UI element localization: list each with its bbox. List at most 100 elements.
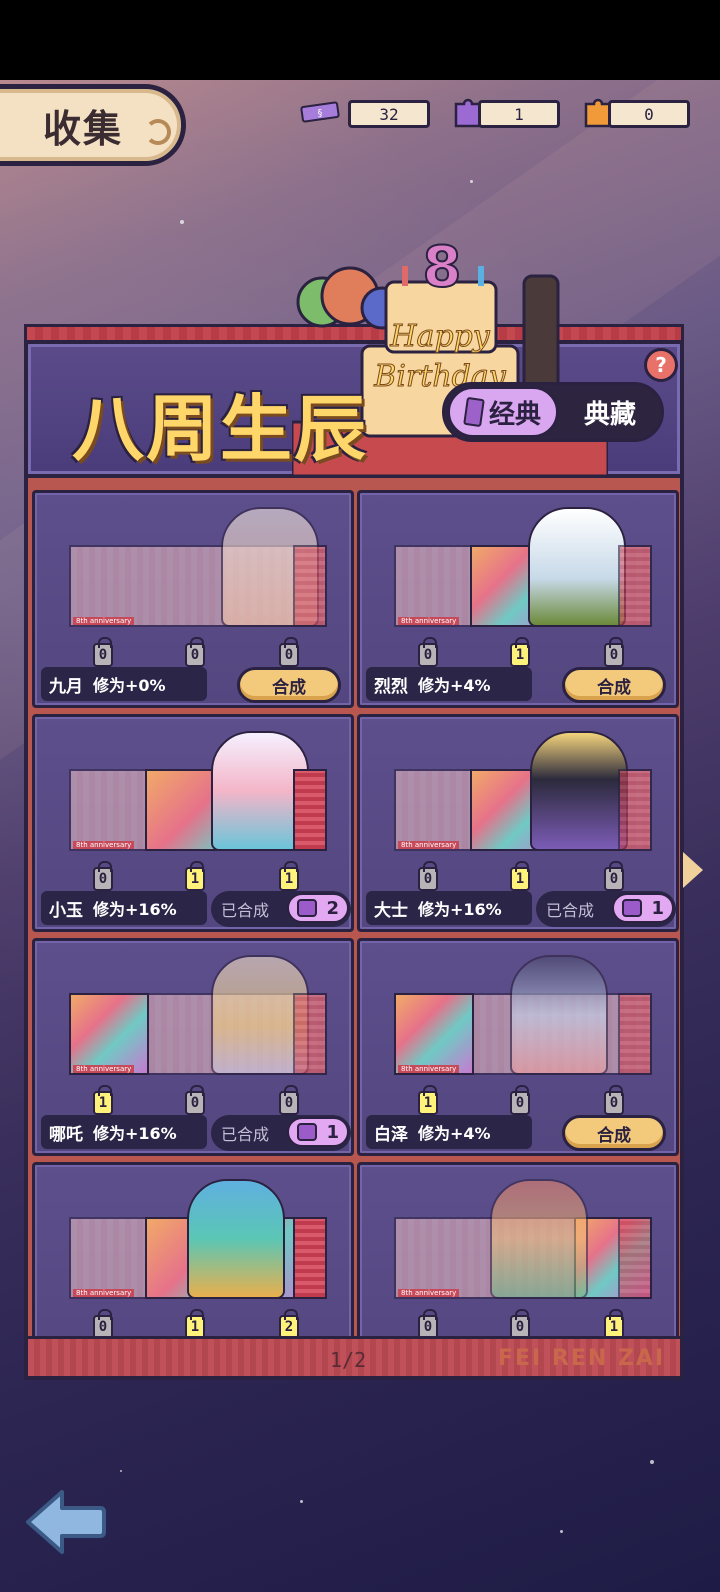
piece-lock: 1 [510, 861, 530, 891]
card-name: 哪吒 [49, 1124, 83, 1145]
svg-text:§: § [318, 108, 323, 119]
crafted-status[interactable]: 已合成 1 [536, 891, 676, 927]
collection-card-lielie[interactable]: 8th anniversary 0 1 0 烈烈 修为+4% 合成 [357, 490, 679, 708]
piece-lock: 1 [279, 861, 299, 891]
collection-card[interactable]: 8th anniversary 0 0 1 [357, 1162, 679, 1336]
card-art-edge [618, 993, 652, 1075]
character-portrait [530, 731, 628, 851]
piece-lock: 1 [185, 861, 205, 891]
card-art-piece [394, 993, 474, 1075]
piece-lock: 0 [279, 637, 299, 667]
collection-card-dashi[interactable]: 8th anniversary 0 1 0 大士 修为+16% 已合成 1 [357, 714, 679, 932]
purple-puzzle-count: 1 [478, 100, 560, 128]
piece-lock: 0 [418, 1309, 438, 1336]
piece-lock: 0 [604, 637, 624, 667]
card-name-box: 烈烈 修为+4% [366, 667, 532, 701]
card-icon [463, 396, 485, 428]
ticket-icon: § [300, 92, 340, 132]
orange-puzzle-count: 0 [608, 100, 690, 128]
page-title: 收集 [43, 106, 124, 151]
collection-card-baize[interactable]: 8th anniversary 1 0 0 白泽 修为+4% 合成 [357, 938, 679, 1156]
collection-card-jiuyue[interactable]: 8th anniversary 0 0 0 九月 修为+0% 合成 [32, 490, 354, 708]
card-art-edge [293, 769, 327, 851]
card-art-edge [293, 1217, 327, 1299]
help-button[interactable]: ? [644, 348, 678, 382]
piece-lock: 1 [418, 1085, 438, 1115]
piece-lock: 0 [510, 1309, 530, 1336]
piece-lock: 1 [604, 1309, 624, 1336]
card-bonus: 修为+16% [93, 1124, 177, 1143]
piece-lock: 0 [93, 1309, 113, 1336]
ornament-curl-icon [145, 119, 171, 145]
character-portrait [510, 955, 608, 1075]
card-name: 大士 [374, 900, 408, 921]
card-art-edge [618, 769, 652, 851]
anniversary-tag: 8th anniversary [398, 841, 460, 849]
studio-watermark: FEI REN ZAI [498, 1346, 666, 1371]
crafted-count-badge: 2 [287, 893, 349, 923]
collection-card-nezha[interactable]: 8th anniversary 1 0 0 哪吒 修为+16% 已合成 1 [32, 938, 354, 1156]
puzzle-piece-icon [622, 899, 642, 917]
card-name-box: 哪吒 修为+16% [41, 1115, 207, 1149]
anniversary-tag: 8th anniversary [398, 617, 460, 625]
card-bonus: 修为+4% [418, 676, 491, 695]
mode-toggle[interactable]: 经典 典藏 [442, 382, 664, 442]
anniversary-tag: 8th anniversary [398, 1065, 460, 1073]
svg-text:8: 8 [423, 236, 462, 300]
piece-lock: 0 [510, 1085, 530, 1115]
page-indicator: 1/2 [330, 1348, 367, 1372]
craft-button[interactable]: 合成 [237, 667, 341, 703]
card-name: 白泽 [374, 1124, 408, 1145]
collection-card-xiaoyu[interactable]: 8th anniversary 0 1 1 小玉 修为+16% 已合成 2 [32, 714, 354, 932]
mode-collection-tab[interactable]: 典藏 [559, 394, 661, 431]
piece-lock: 2 [279, 1309, 299, 1336]
collection-card[interactable]: 8th anniversary 0 1 2 [32, 1162, 354, 1336]
piece-lock: 0 [279, 1085, 299, 1115]
craft-button[interactable]: 合成 [562, 667, 666, 703]
card-bonus: 修为+0% [93, 676, 166, 695]
card-art-edge [293, 993, 327, 1075]
piece-lock: 0 [604, 861, 624, 891]
anniversary-tag: 8th anniversary [73, 617, 135, 625]
card-art-edge [293, 545, 327, 627]
crafted-status[interactable]: 已合成 1 [211, 1115, 351, 1151]
piece-lock: 0 [418, 637, 438, 667]
piece-lock: 0 [604, 1085, 624, 1115]
card-name-box: 白泽 修为+4% [366, 1115, 532, 1149]
piece-lock: 0 [418, 861, 438, 891]
card-art-edge [618, 545, 652, 627]
page-title-pill: 收集 [0, 84, 186, 166]
anniversary-tag: 8th anniversary [398, 1289, 460, 1297]
ticket-count: 32 [348, 100, 430, 128]
event-title: 八周生辰 [72, 387, 369, 471]
card-bonus: 修为+16% [93, 900, 177, 919]
character-portrait [490, 1179, 588, 1299]
svg-text:Happy: Happy [389, 319, 490, 354]
card-art-edge [618, 1217, 652, 1299]
piece-lock: 0 [185, 637, 205, 667]
character-portrait [528, 507, 626, 627]
card-name: 九月 [49, 676, 83, 697]
craft-button[interactable]: 合成 [562, 1115, 666, 1151]
card-name-box: 小玉 修为+16% [41, 891, 207, 925]
mode-classic-tab[interactable]: 经典 [447, 386, 559, 438]
crafted-status[interactable]: 已合成 2 [211, 891, 351, 927]
piece-lock: 1 [510, 637, 530, 667]
piece-lock: 0 [93, 637, 113, 667]
card-bonus: 修为+4% [418, 1124, 491, 1143]
next-page-arrow-icon[interactable] [683, 852, 703, 888]
back-arrow-icon[interactable] [24, 1486, 106, 1556]
piece-lock: 0 [185, 1085, 205, 1115]
crafted-count-badge: 1 [612, 893, 674, 923]
card-name: 小玉 [49, 900, 83, 921]
crafted-count-badge: 1 [287, 1117, 349, 1147]
card-name: 烈烈 [374, 676, 408, 697]
card-art-piece [69, 993, 149, 1075]
character-portrait [187, 1179, 285, 1299]
piece-lock: 0 [93, 861, 113, 891]
anniversary-tag: 8th anniversary [73, 1065, 135, 1073]
piece-lock: 1 [93, 1085, 113, 1115]
card-name-box: 大士 修为+16% [366, 891, 532, 925]
anniversary-tag: 8th anniversary [73, 1289, 135, 1297]
card-name-box: 九月 修为+0% [41, 667, 207, 701]
